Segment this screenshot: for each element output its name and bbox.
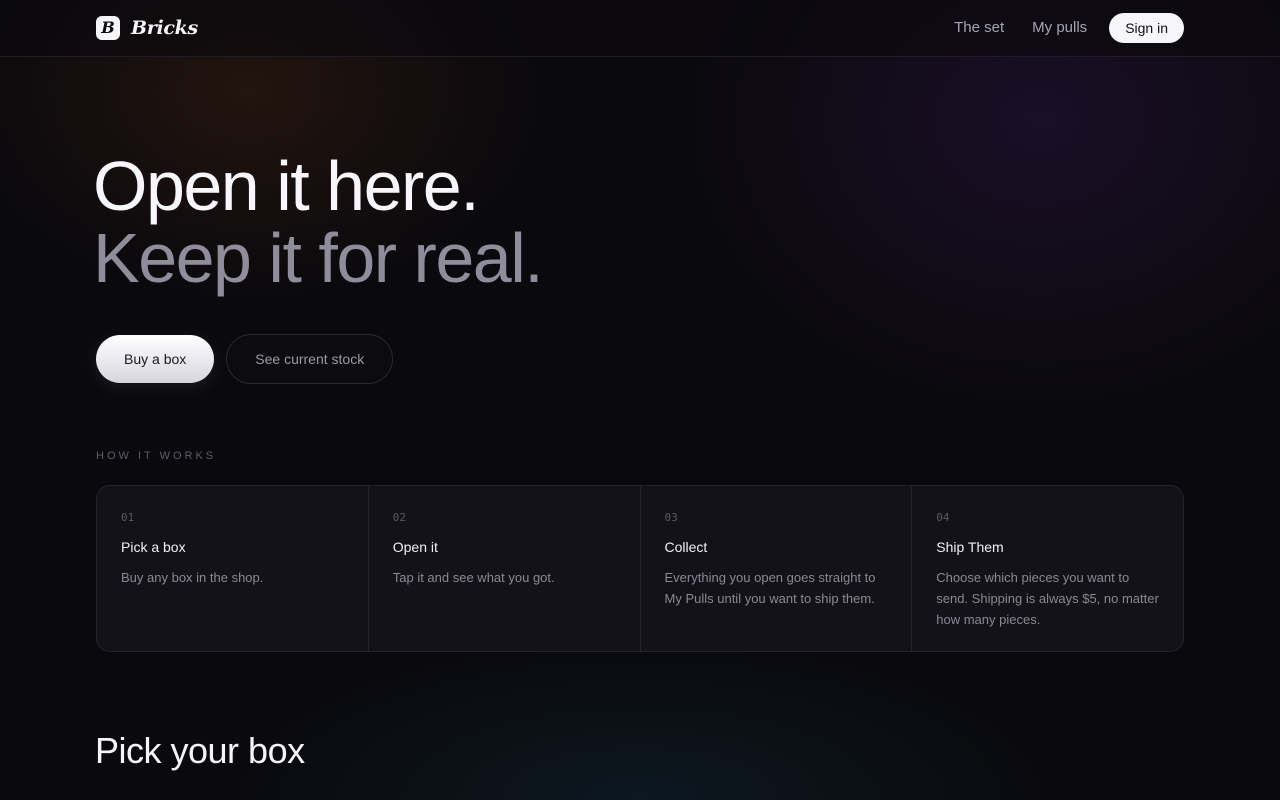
brand-logo[interactable]: B Bricks (96, 16, 198, 40)
step-card: 01 Pick a box Buy any box in the shop. (97, 486, 369, 651)
how-it-works-steps: 01 Pick a box Buy any box in the shop. 0… (96, 485, 1184, 652)
top-nav: B Bricks The set My pulls Sign in (0, 0, 1280, 57)
nav-links: The set My pulls Sign in (954, 13, 1184, 43)
how-it-works-label: HOW IT WORKS (96, 450, 217, 462)
hero-line-2: Keep it for real. (93, 219, 544, 297)
hero-cta-row: Buy a box See current stock (96, 334, 394, 384)
page: B Bricks The set My pulls Sign in Open i… (0, 0, 1280, 800)
step-card: 04 Ship Them Choose which pieces you wan… (912, 486, 1183, 651)
brand-name: Bricks (131, 17, 198, 39)
pick-your-box-heading: Pick your box (95, 730, 305, 771)
sign-in-button[interactable]: Sign in (1109, 13, 1184, 43)
see-current-stock-button[interactable]: See current stock (226, 334, 394, 384)
step-number: 01 (121, 511, 135, 524)
buy-a-box-button[interactable]: Buy a box (96, 335, 215, 383)
nav-link-the-set[interactable]: The set (954, 13, 1004, 43)
step-description: Choose which pieces you want to send. Sh… (936, 570, 1159, 627)
step-description: Tap it and see what you got. (392, 570, 555, 585)
step-description: Everything you open goes straight to My … (664, 570, 876, 606)
step-number: 03 (664, 511, 678, 524)
step-card: 03 Collect Everything you open goes stra… (641, 486, 913, 651)
step-number: 02 (392, 511, 406, 524)
step-title: Pick a box (121, 539, 186, 555)
step-title: Ship Them (936, 539, 1004, 555)
brand-icon: B (96, 16, 120, 40)
nav-link-my-pulls[interactable]: My pulls (1032, 13, 1087, 43)
step-title: Open it (392, 539, 438, 555)
step-number: 04 (936, 511, 950, 524)
hero-heading: Open it here. Keep it for real. (93, 147, 544, 297)
step-card: 02 Open it Tap it and see what you got. (369, 486, 641, 651)
hero-line-1: Open it here. (93, 147, 480, 225)
step-description: Buy any box in the shop. (121, 570, 264, 585)
step-title: Collect (664, 539, 708, 555)
